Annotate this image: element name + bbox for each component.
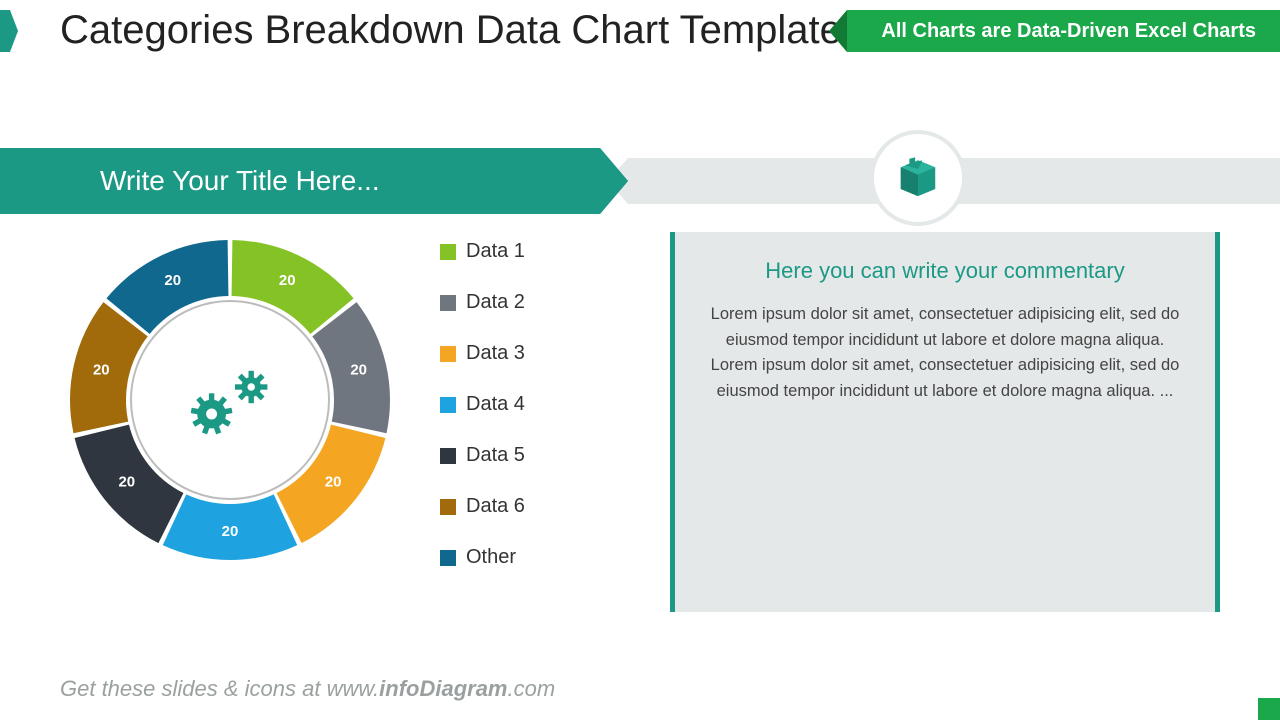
legend-item: Data 4 <box>440 393 525 416</box>
gears-icon <box>180 360 290 450</box>
banner-teal: Write Your Title Here... <box>0 148 600 214</box>
donut-chart: 20 20 20 20 20 20 20 <box>60 230 420 590</box>
commentary-panel: Here you can write your commentary Lorem… <box>670 232 1220 612</box>
legend-item: Data 5 <box>440 444 525 467</box>
ribbon-text: All Charts are Data-Driven Excel Charts <box>881 20 1256 43</box>
page-title: Categories Breakdown Data Chart Template <box>60 8 842 53</box>
donut-label: 20 <box>118 473 135 490</box>
legend-label: Data 6 <box>466 495 525 518</box>
legend-swatch <box>440 244 456 260</box>
footer-bold: infoDiagram <box>379 676 507 701</box>
legend-label: Other <box>466 546 516 569</box>
donut-label: 20 <box>93 362 110 379</box>
footer-text: Get these slides & icons at www.infoDiag… <box>60 676 555 702</box>
legend-swatch <box>440 448 456 464</box>
commentary-body: Lorem ipsum dolor sit amet, consectetuer… <box>705 302 1185 404</box>
legend-item: Data 6 <box>440 495 525 518</box>
title-banner: Write Your Title Here... <box>0 148 1280 214</box>
legend-swatch <box>440 550 456 566</box>
accent-bottom-right <box>1258 698 1280 720</box>
commentary-title: Here you can write your commentary <box>705 258 1185 284</box>
legend-label: Data 2 <box>466 291 525 314</box>
legend-item: Data 1 <box>440 240 525 263</box>
donut-label: 20 <box>279 272 296 289</box>
legend-label: Data 3 <box>466 342 525 365</box>
banner-title: Write Your Title Here... <box>100 165 380 197</box>
donut-label: 20 <box>325 473 342 490</box>
footer-suffix: .com <box>508 676 556 701</box>
box-icon <box>895 153 941 204</box>
accent-left <box>0 10 10 52</box>
legend-item: Data 2 <box>440 291 525 314</box>
donut-label: 20 <box>350 362 367 379</box>
legend-swatch <box>440 499 456 515</box>
donut-label: 20 <box>222 523 239 540</box>
box-icon-circle <box>870 130 966 226</box>
legend-item: Data 3 <box>440 342 525 365</box>
legend: Data 1 Data 2 Data 3 Data 4 Data 5 Data 6 Othe… <box>440 240 525 597</box>
footer-prefix: Get these slides & icons at www. <box>60 676 379 701</box>
slide: Categories Breakdown Data Chart Template… <box>0 0 1280 720</box>
ribbon-badge: All Charts are Data-Driven Excel Charts <box>847 10 1280 52</box>
legend-label: Data 4 <box>466 393 525 416</box>
legend-label: Data 5 <box>466 444 525 467</box>
legend-label: Data 1 <box>466 240 525 263</box>
legend-swatch <box>440 346 456 362</box>
donut-label: 20 <box>164 272 181 289</box>
legend-swatch <box>440 295 456 311</box>
legend-swatch <box>440 397 456 413</box>
legend-item: Other <box>440 546 525 569</box>
